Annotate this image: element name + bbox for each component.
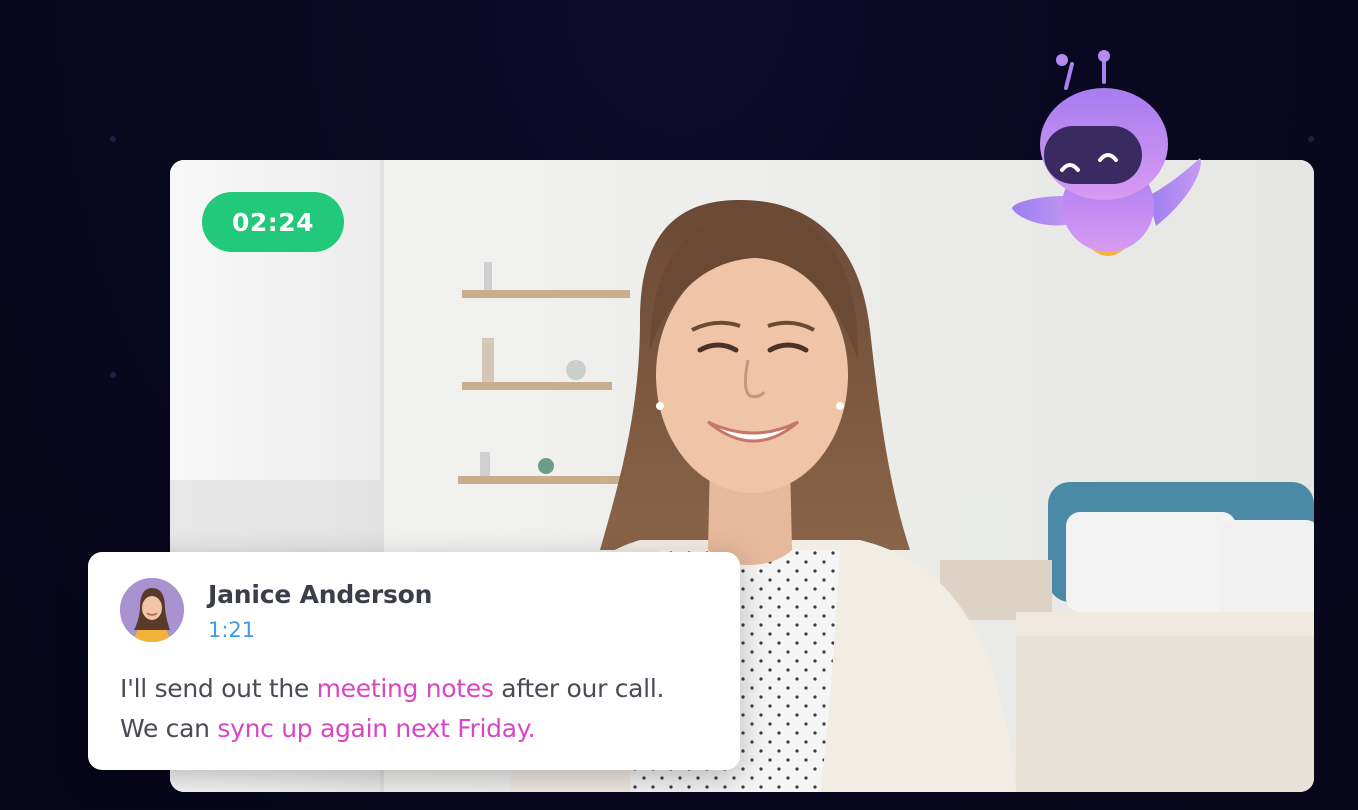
caption-highlight: sync up again next Friday. (217, 714, 536, 743)
speaker-avatar (120, 578, 184, 642)
robot-assistant-icon (1008, 46, 1208, 276)
caption-line-2: We can sync up again next Friday. (120, 714, 536, 743)
caption-line-1: I'll send out the meeting notes after ou… (120, 674, 664, 703)
background-dot (110, 136, 116, 142)
caption-text: We can (120, 714, 218, 743)
caption-highlight: meeting notes (316, 674, 494, 703)
caption-card: Janice Anderson 1:21 I'll send out the m… (88, 552, 740, 770)
caption-timestamp[interactable]: 1:21 (208, 618, 255, 642)
caption-text: after our call. (493, 674, 665, 703)
caption-text: I'll send out the (120, 674, 317, 703)
speaker-name: Janice Anderson (208, 580, 433, 609)
background-dot (110, 372, 116, 378)
call-timer-badge: 02:24 (202, 192, 344, 252)
background-dot (1308, 136, 1314, 142)
